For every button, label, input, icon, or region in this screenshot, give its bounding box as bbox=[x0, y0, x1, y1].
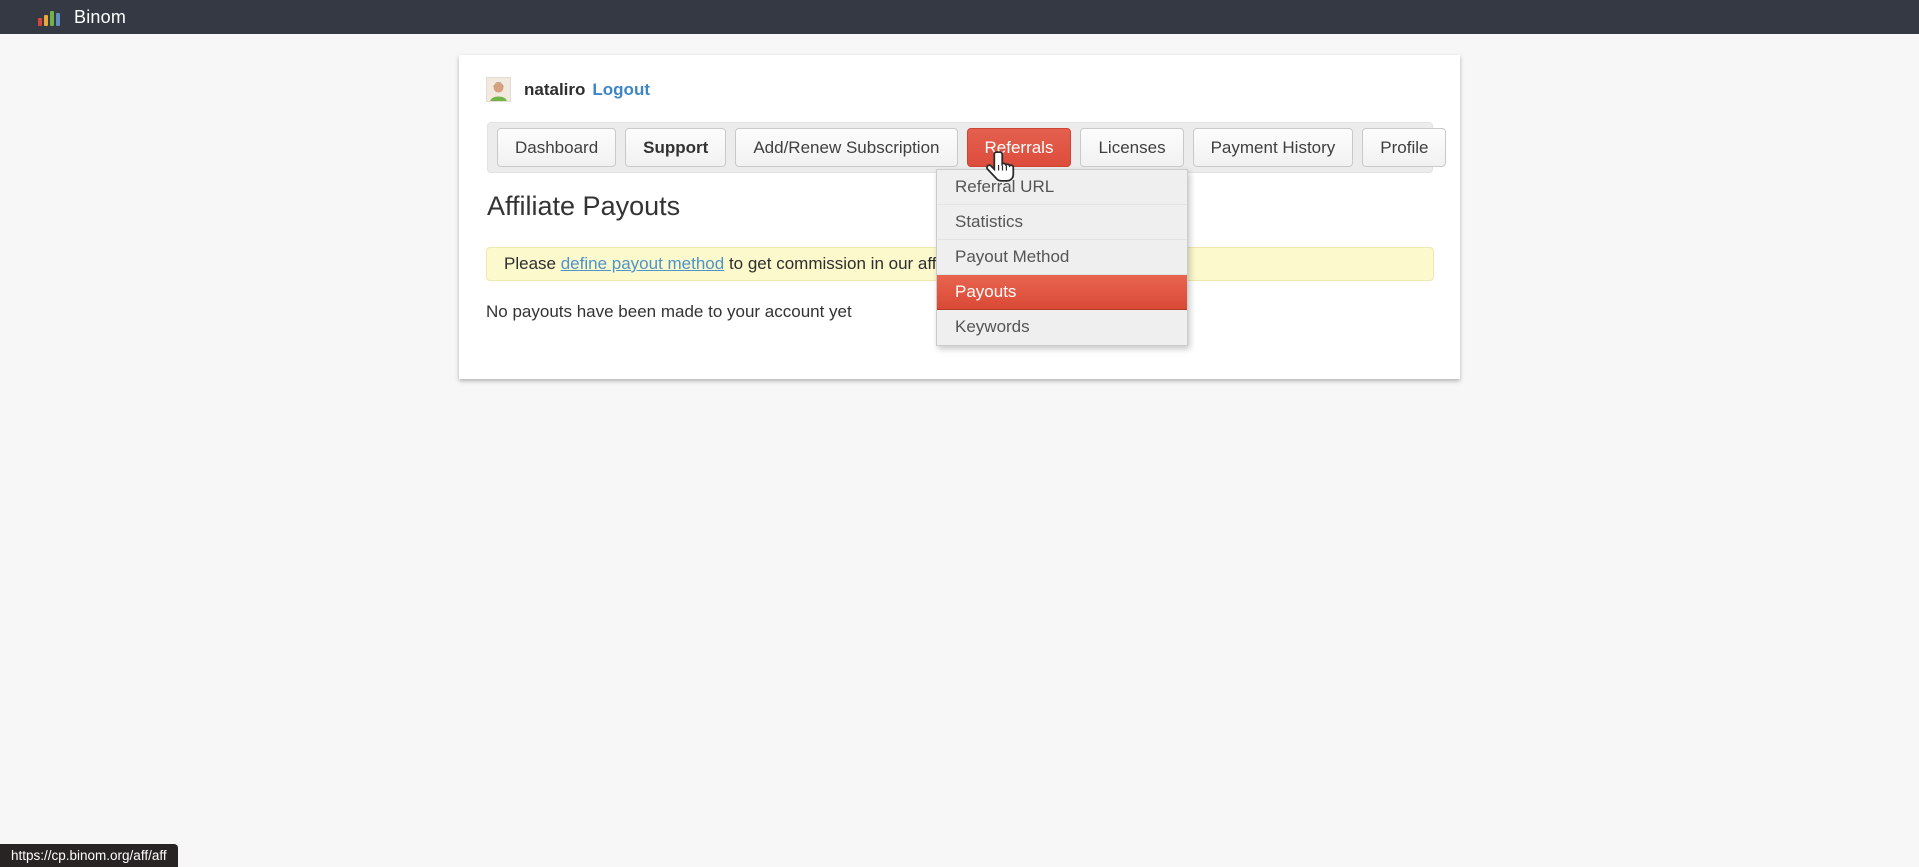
user-name: nataliro bbox=[524, 80, 585, 100]
menu-item-statistics[interactable]: Statistics bbox=[937, 205, 1187, 240]
empty-payouts-message: No payouts have been made to your accoun… bbox=[486, 302, 852, 322]
menu-item-keywords[interactable]: Keywords bbox=[937, 310, 1187, 345]
brand-name: Binom bbox=[74, 7, 126, 28]
bar-chart-icon bbox=[38, 8, 60, 26]
menu-item-payouts[interactable]: Payouts bbox=[937, 275, 1187, 310]
menu-item-referral-url[interactable]: Referral URL bbox=[937, 170, 1187, 205]
nav-referrals-button[interactable]: Referrals bbox=[967, 128, 1072, 167]
nav-profile-button[interactable]: Profile bbox=[1362, 128, 1446, 167]
define-payout-method-link[interactable]: define payout method bbox=[561, 254, 725, 273]
nav-dashboard-button[interactable]: Dashboard bbox=[497, 128, 616, 167]
nav-licenses-button[interactable]: Licenses bbox=[1080, 128, 1183, 167]
notice-text-prefix: Please bbox=[504, 254, 561, 273]
nav-support-button[interactable]: Support bbox=[625, 128, 726, 167]
link-url-tooltip: https://cp.binom.org/aff/aff bbox=[0, 844, 178, 867]
topbar: Binom bbox=[0, 0, 1919, 34]
logout-link[interactable]: Logout bbox=[592, 80, 650, 100]
main-navigation: Dashboard Support Add/Renew Subscription… bbox=[487, 122, 1433, 173]
notice-text-suffix: to get commission in our affilia bbox=[724, 254, 957, 273]
nav-add-renew-subscription-button[interactable]: Add/Renew Subscription bbox=[735, 128, 957, 167]
page-title: Affiliate Payouts bbox=[487, 191, 680, 222]
menu-item-payout-method[interactable]: Payout Method bbox=[937, 240, 1187, 275]
referrals-dropdown-menu: Referral URL Statistics Payout Method Pa… bbox=[936, 169, 1188, 346]
user-row: nataliro Logout bbox=[486, 77, 650, 102]
nav-payment-history-button[interactable]: Payment History bbox=[1193, 128, 1354, 167]
user-avatar-icon bbox=[486, 77, 511, 102]
